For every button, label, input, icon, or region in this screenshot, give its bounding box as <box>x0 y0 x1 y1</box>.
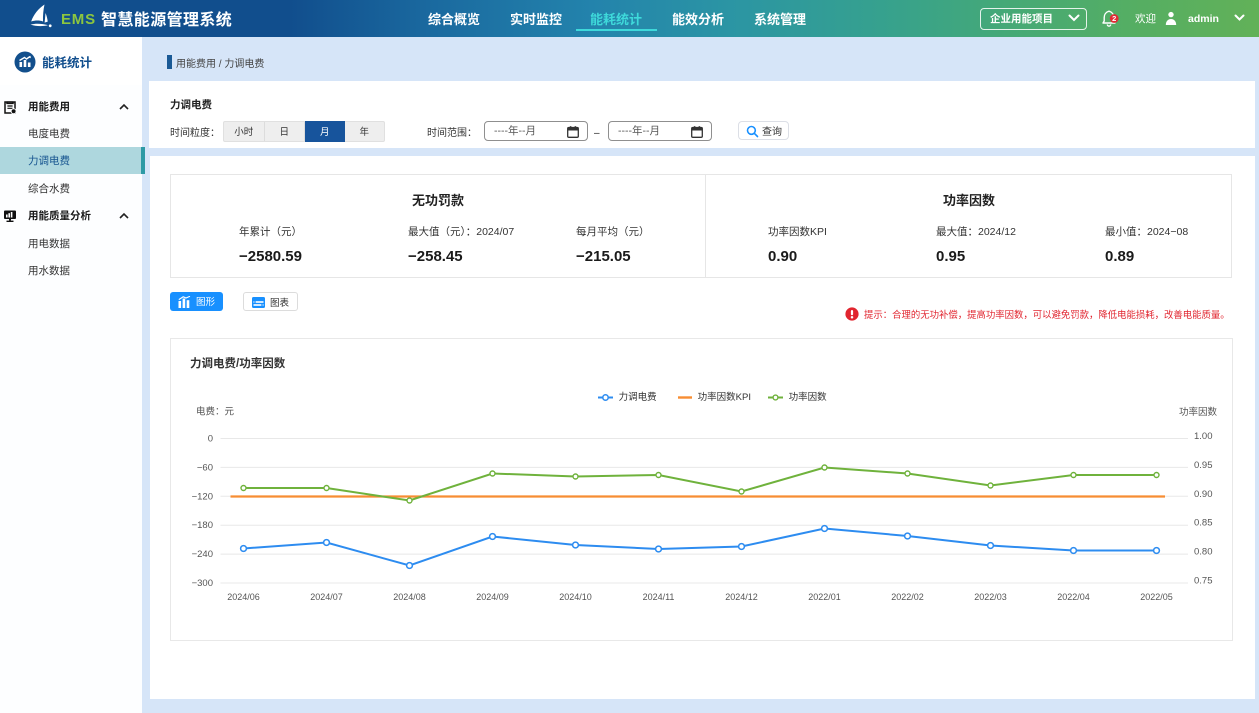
svg-text:−60: −60 <box>197 459 213 473</box>
svg-text:2024/09: 2024/09 <box>476 590 509 603</box>
svg-text:0.90: 0.90 <box>1194 486 1213 500</box>
svg-text:2022/01: 2022/01 <box>808 590 841 603</box>
svg-text:功率因数: 功率因数 <box>1179 404 1218 418</box>
svg-text:0.85: 0.85 <box>1194 515 1213 529</box>
svg-text:−300: −300 <box>192 575 213 589</box>
svg-text:2024/11: 2024/11 <box>643 590 675 603</box>
svg-text:2024/08: 2024/08 <box>393 590 426 603</box>
svg-text:电费：元: 电费：元 <box>196 404 235 418</box>
svg-text:0: 0 <box>208 431 213 445</box>
svg-text:2024/07: 2024/07 <box>310 590 343 603</box>
svg-text:0.75: 0.75 <box>1194 573 1213 587</box>
svg-text:−180: −180 <box>192 517 213 531</box>
svg-text:−240: −240 <box>192 546 213 560</box>
svg-text:1.00: 1.00 <box>1194 428 1213 442</box>
svg-text:2024/12: 2024/12 <box>725 590 758 603</box>
svg-text:2024/10: 2024/10 <box>559 590 592 603</box>
svg-text:0.95: 0.95 <box>1194 457 1213 471</box>
svg-text:2022/03: 2022/03 <box>974 590 1007 603</box>
svg-text:2022/02: 2022/02 <box>891 590 924 603</box>
svg-text:2: 2 <box>1112 13 1116 24</box>
svg-text:−120: −120 <box>192 488 213 502</box>
svg-text:2024/06: 2024/06 <box>227 590 260 603</box>
svg-text:0.80: 0.80 <box>1194 544 1213 558</box>
svg-text:2022/04: 2022/04 <box>1057 590 1090 603</box>
svg-text:2022/05: 2022/05 <box>1140 590 1173 603</box>
